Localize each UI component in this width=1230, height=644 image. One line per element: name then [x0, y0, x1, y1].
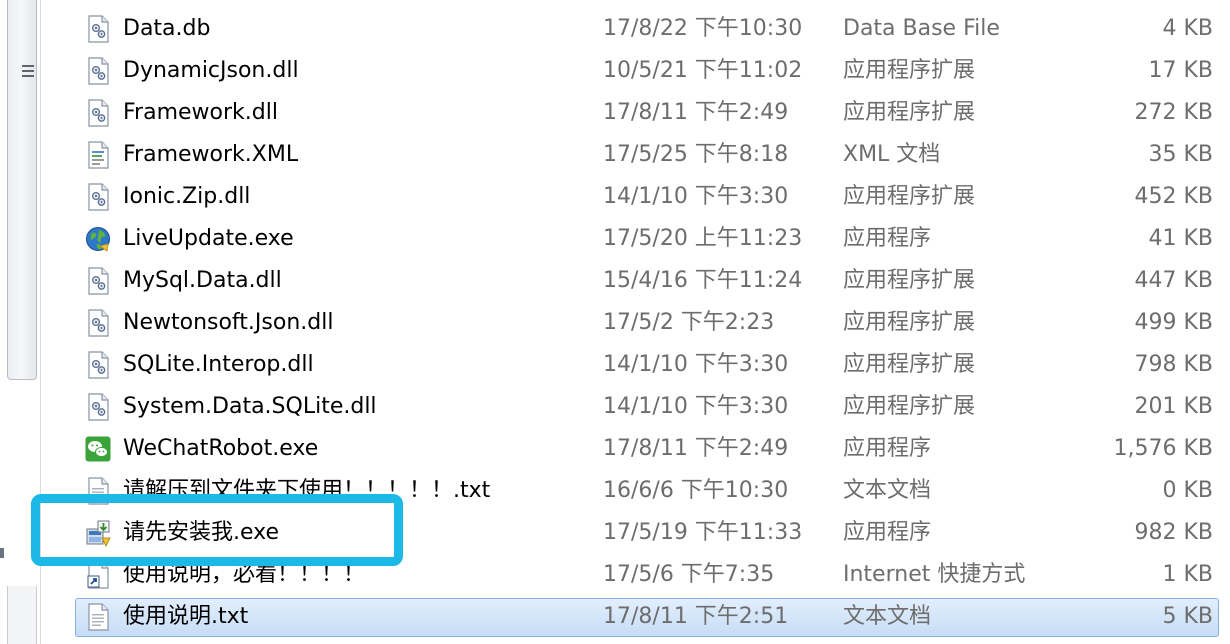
- file-row[interactable]: Ionic.Zip.dll 14/1/10 下午3:30 应用程序扩展 452 KB: [41, 176, 1221, 218]
- file-date-modified: 14/1/10 下午3:30: [603, 352, 789, 377]
- file-row[interactable]: DynamicJson.dll 10/5/21 下午11:02 应用程序扩展 17 K…: [41, 50, 1221, 92]
- file-name: 使用说明.txt: [123, 604, 249, 629]
- dll-file-icon: [85, 99, 111, 127]
- dll-file-icon: [85, 309, 111, 337]
- file-type: 应用程序扩展: [843, 352, 976, 377]
- file-name: DynamicJson.dll: [123, 58, 299, 83]
- file-size: 1 KB: [1162, 562, 1213, 587]
- file-type: 应用程序扩展: [843, 394, 976, 419]
- file-size: 499 KB: [1134, 310, 1213, 335]
- dll-file-icon: [85, 393, 111, 421]
- file-date-modified: 17/5/25 下午8:18: [603, 142, 789, 167]
- file-date-modified: 17/5/20 上午11:23: [603, 226, 803, 251]
- file-name: Framework.dll: [123, 100, 278, 125]
- file-date-modified: 15/4/16 下午11:24: [603, 268, 803, 293]
- explorer-window: Data.db 17/8/22 下午10:30 Data Base File 4 KB…: [0, 0, 1230, 644]
- file-size: 452 KB: [1134, 184, 1213, 209]
- file-date-modified: 16/6/6 下午10:30: [603, 478, 789, 503]
- globe-icon: [85, 225, 111, 253]
- file-name: SQLite.Interop.dll: [123, 352, 314, 377]
- nav-pane-edge-mark: [0, 548, 4, 558]
- file-date-modified: 17/8/11 下午2:49: [603, 100, 789, 125]
- file-size: 982 KB: [1134, 520, 1213, 545]
- file-type: 文本文档: [843, 478, 932, 503]
- file-name: Data.db: [123, 16, 211, 41]
- file-row[interactable]: MySql.Data.dll 15/4/16 下午11:24 应用程序扩展 447 K…: [41, 260, 1221, 302]
- file-date-modified: 17/5/6 下午7:35: [603, 562, 775, 587]
- dll-file-icon: [85, 351, 111, 379]
- file-type: 应用程序扩展: [843, 310, 976, 335]
- file-name: System.Data.SQLite.dll: [123, 394, 377, 419]
- file-row[interactable]: SQLite.Interop.dll 14/1/10 下午3:30 应用程序扩展 79…: [41, 344, 1221, 386]
- file-name: LiveUpdate.exe: [123, 226, 294, 251]
- text-file-icon: [85, 603, 111, 631]
- file-name: WeChatRobot.exe: [123, 436, 319, 461]
- file-name: MySql.Data.dll: [123, 268, 282, 293]
- file-row[interactable]: LiveUpdate.exe 17/5/20 上午11:23 应用程序 41 KB: [41, 218, 1221, 260]
- file-size: 41 KB: [1148, 226, 1213, 251]
- nav-pane-scrollbar-thumb[interactable]: [7, 0, 37, 380]
- file-type: 应用程序扩展: [843, 100, 976, 125]
- list-scrollbar-edge: [1222, 0, 1230, 644]
- file-size: 798 KB: [1134, 352, 1213, 377]
- file-date-modified: 14/1/10 下午3:30: [603, 184, 789, 209]
- dll-file-icon: [85, 183, 111, 211]
- file-type: 应用程序: [843, 520, 932, 545]
- file-size: 201 KB: [1134, 394, 1213, 419]
- dll-file-icon: [85, 57, 111, 85]
- nav-pane-scrollbar-track[interactable]: [7, 586, 37, 644]
- file-size: 17 KB: [1148, 58, 1213, 83]
- file-size: 0 KB: [1162, 478, 1213, 503]
- file-size: 272 KB: [1134, 100, 1213, 125]
- highlight-annotation: [31, 494, 403, 566]
- file-row[interactable]: Newtonsoft.Json.dll 17/5/2 下午2:23 应用程序扩展 49…: [41, 302, 1221, 344]
- file-date-modified: 10/5/21 下午11:02: [603, 58, 803, 83]
- file-row[interactable]: Framework.XML 17/5/25 下午8:18 XML 文档 35 KB: [41, 134, 1221, 176]
- file-type: 应用程序: [843, 436, 932, 461]
- dll-file-icon: [85, 15, 111, 43]
- file-name: Ionic.Zip.dll: [123, 184, 251, 209]
- file-type: Data Base File: [843, 16, 1000, 41]
- file-size: 4 KB: [1162, 16, 1213, 41]
- file-type: 应用程序扩展: [843, 58, 976, 83]
- file-type: XML 文档: [843, 142, 941, 167]
- file-type: Internet 快捷方式: [843, 562, 1026, 587]
- file-row[interactable]: Framework.dll 17/8/11 下午2:49 应用程序扩展 272 KB: [41, 92, 1221, 134]
- dll-file-icon: [85, 267, 111, 295]
- scroll-grip-icon: [22, 65, 34, 79]
- file-name: Framework.XML: [123, 142, 299, 167]
- file-type: 应用程序扩展: [843, 184, 976, 209]
- file-type: 应用程序扩展: [843, 268, 976, 293]
- xml-file-icon: [85, 141, 111, 169]
- file-row[interactable]: System.Data.SQLite.dll 14/1/10 下午3:30 应用程序…: [41, 386, 1221, 428]
- file-date-modified: 17/8/11 下午2:51: [603, 604, 789, 629]
- file-row[interactable]: 使用说明.txt 17/8/11 下午2:51 文本文档 5 KB: [41, 596, 1221, 638]
- file-size: 5 KB: [1162, 604, 1213, 629]
- wechat-icon: [85, 435, 111, 463]
- file-type: 应用程序: [843, 226, 932, 251]
- file-date-modified: 14/1/10 下午3:30: [603, 394, 789, 419]
- file-name: Newtonsoft.Json.dll: [123, 310, 334, 335]
- file-row[interactable]: Data.db 17/8/22 下午10:30 Data Base File 4 KB: [41, 8, 1221, 50]
- file-size: 1,576 KB: [1113, 436, 1214, 461]
- file-date-modified: 17/5/2 下午2:23: [603, 310, 775, 335]
- file-row[interactable]: WeChatRobot.exe 17/8/11 下午2:49 应用程序 1,576 K…: [41, 428, 1221, 470]
- file-date-modified: 17/5/19 下午11:33: [603, 520, 803, 545]
- file-type: 文本文档: [843, 604, 932, 629]
- file-size: 447 KB: [1134, 268, 1213, 293]
- file-date-modified: 17/8/11 下午2:49: [603, 436, 789, 461]
- file-size: 35 KB: [1148, 142, 1213, 167]
- file-date-modified: 17/8/22 下午10:30: [603, 16, 803, 41]
